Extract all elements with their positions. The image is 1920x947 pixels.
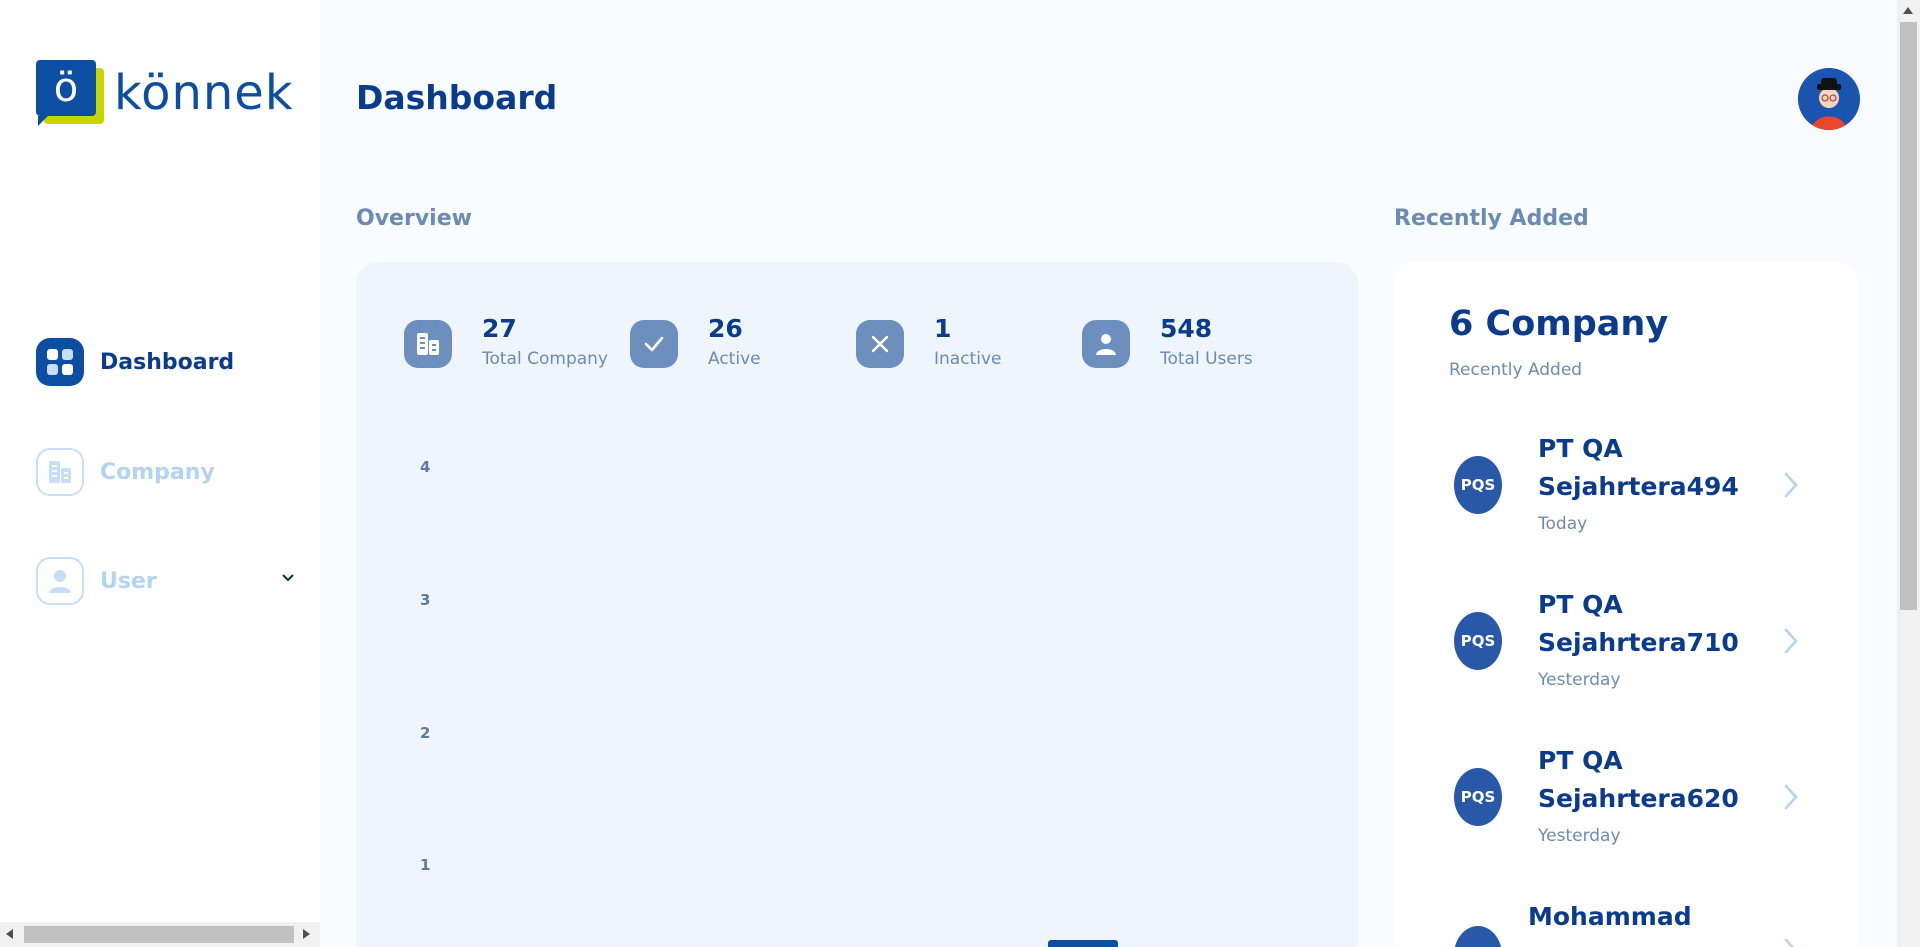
- page-title: Dashboard: [356, 78, 558, 117]
- sidebar-item-label: Company: [100, 459, 215, 485]
- chart-bar: [1048, 940, 1118, 947]
- scrollbar-thumb[interactable]: [24, 926, 294, 943]
- sidebar-item-dashboard[interactable]: Dashboard: [36, 338, 234, 386]
- chevron-right-icon[interactable]: [1780, 936, 1802, 947]
- stat-inactive: 1 Inactive: [856, 314, 1001, 369]
- recently-added-card: 6 Company Recently Added PQS PT QA Sejah…: [1394, 262, 1858, 947]
- stat-total-users: 548 Total Users: [1082, 314, 1253, 369]
- sidebar-item-label: Dashboard: [100, 349, 235, 375]
- company-avatar: PQS: [1454, 456, 1502, 514]
- stat-label: Active: [708, 349, 761, 369]
- chevron-down-icon[interactable]: [280, 570, 296, 586]
- recent-count-title: 6 Company: [1449, 304, 1669, 344]
- logo-mark-icon: ö: [36, 58, 106, 128]
- dashboard-grid-icon: [36, 338, 84, 386]
- stat-label: Inactive: [934, 349, 1002, 369]
- chevron-right-icon[interactable]: [1780, 782, 1802, 812]
- company-name: PT QA Sejahrtera710: [1538, 590, 1739, 657]
- list-item[interactable]: Mohammad: [1394, 898, 1858, 947]
- overview-card: 27 Total Company 26 Active 1 Inactive 54…: [356, 262, 1358, 947]
- added-time: Yesterday: [1538, 670, 1621, 690]
- konnek-logo[interactable]: ö könnek: [36, 58, 294, 128]
- company-building-icon: [404, 320, 452, 368]
- y-tick-label: 3: [420, 591, 431, 609]
- added-time: Today: [1538, 514, 1588, 534]
- stat-label: Total Users: [1160, 349, 1253, 369]
- sidebar: ö könnek Dashboard Company User: [0, 0, 320, 947]
- company-name: PT QA Sejahrtera494: [1538, 434, 1739, 501]
- check-icon: [630, 320, 678, 368]
- stat-active: 26 Active: [630, 314, 761, 369]
- scroll-left-arrow-icon[interactable]: [6, 929, 13, 939]
- scrollbar-thumb[interactable]: [1900, 22, 1917, 610]
- list-item[interactable]: PQS PT QA Sejahrtera494 Today: [1394, 430, 1858, 570]
- stat-total-company: 27 Total Company: [404, 314, 608, 369]
- y-tick-label: 1: [420, 856, 431, 874]
- company-avatar: PQS: [1454, 612, 1502, 670]
- sidebar-item-company[interactable]: Company: [36, 448, 215, 496]
- company-building-icon: [36, 448, 84, 496]
- stat-value: 1: [934, 314, 952, 343]
- list-item[interactable]: PQS PT QA Sejahrtera710 Yesterday: [1394, 586, 1858, 726]
- chevron-right-icon[interactable]: [1780, 470, 1802, 500]
- vertical-scrollbar[interactable]: [1897, 0, 1920, 947]
- y-tick-label: 4: [420, 458, 431, 476]
- close-icon: [856, 320, 904, 368]
- company-avatar: PQS: [1454, 768, 1502, 826]
- scroll-right-arrow-icon[interactable]: [303, 929, 310, 939]
- list-item[interactable]: PQS PT QA Sejahrtera620 Yesterday: [1394, 742, 1858, 882]
- user-avatar-icon[interactable]: [1798, 68, 1860, 130]
- company-name: Mohammad: [1528, 902, 1692, 931]
- sidebar-item-user[interactable]: User: [36, 557, 157, 605]
- y-tick-label: 2: [420, 724, 431, 742]
- horizontal-scrollbar[interactable]: [0, 922, 320, 947]
- overview-heading: Overview: [356, 206, 472, 231]
- added-time: Yesterday: [1538, 826, 1621, 846]
- stat-value: 26: [708, 314, 743, 343]
- stat-value: 548: [1160, 314, 1213, 343]
- logo-text: könnek: [114, 65, 294, 121]
- stat-label: Total Company: [482, 349, 608, 369]
- company-avatar: [1454, 926, 1502, 947]
- sidebar-item-label: User: [100, 568, 157, 594]
- recently-added-heading: Recently Added: [1394, 206, 1589, 231]
- recent-subtitle: Recently Added: [1449, 360, 1583, 380]
- company-name: PT QA Sejahrtera620: [1538, 746, 1739, 813]
- chevron-right-icon[interactable]: [1780, 626, 1802, 656]
- user-icon: [1082, 320, 1130, 368]
- user-icon: [36, 557, 84, 605]
- stat-value: 27: [482, 314, 517, 343]
- scroll-up-arrow-icon[interactable]: [1903, 7, 1913, 14]
